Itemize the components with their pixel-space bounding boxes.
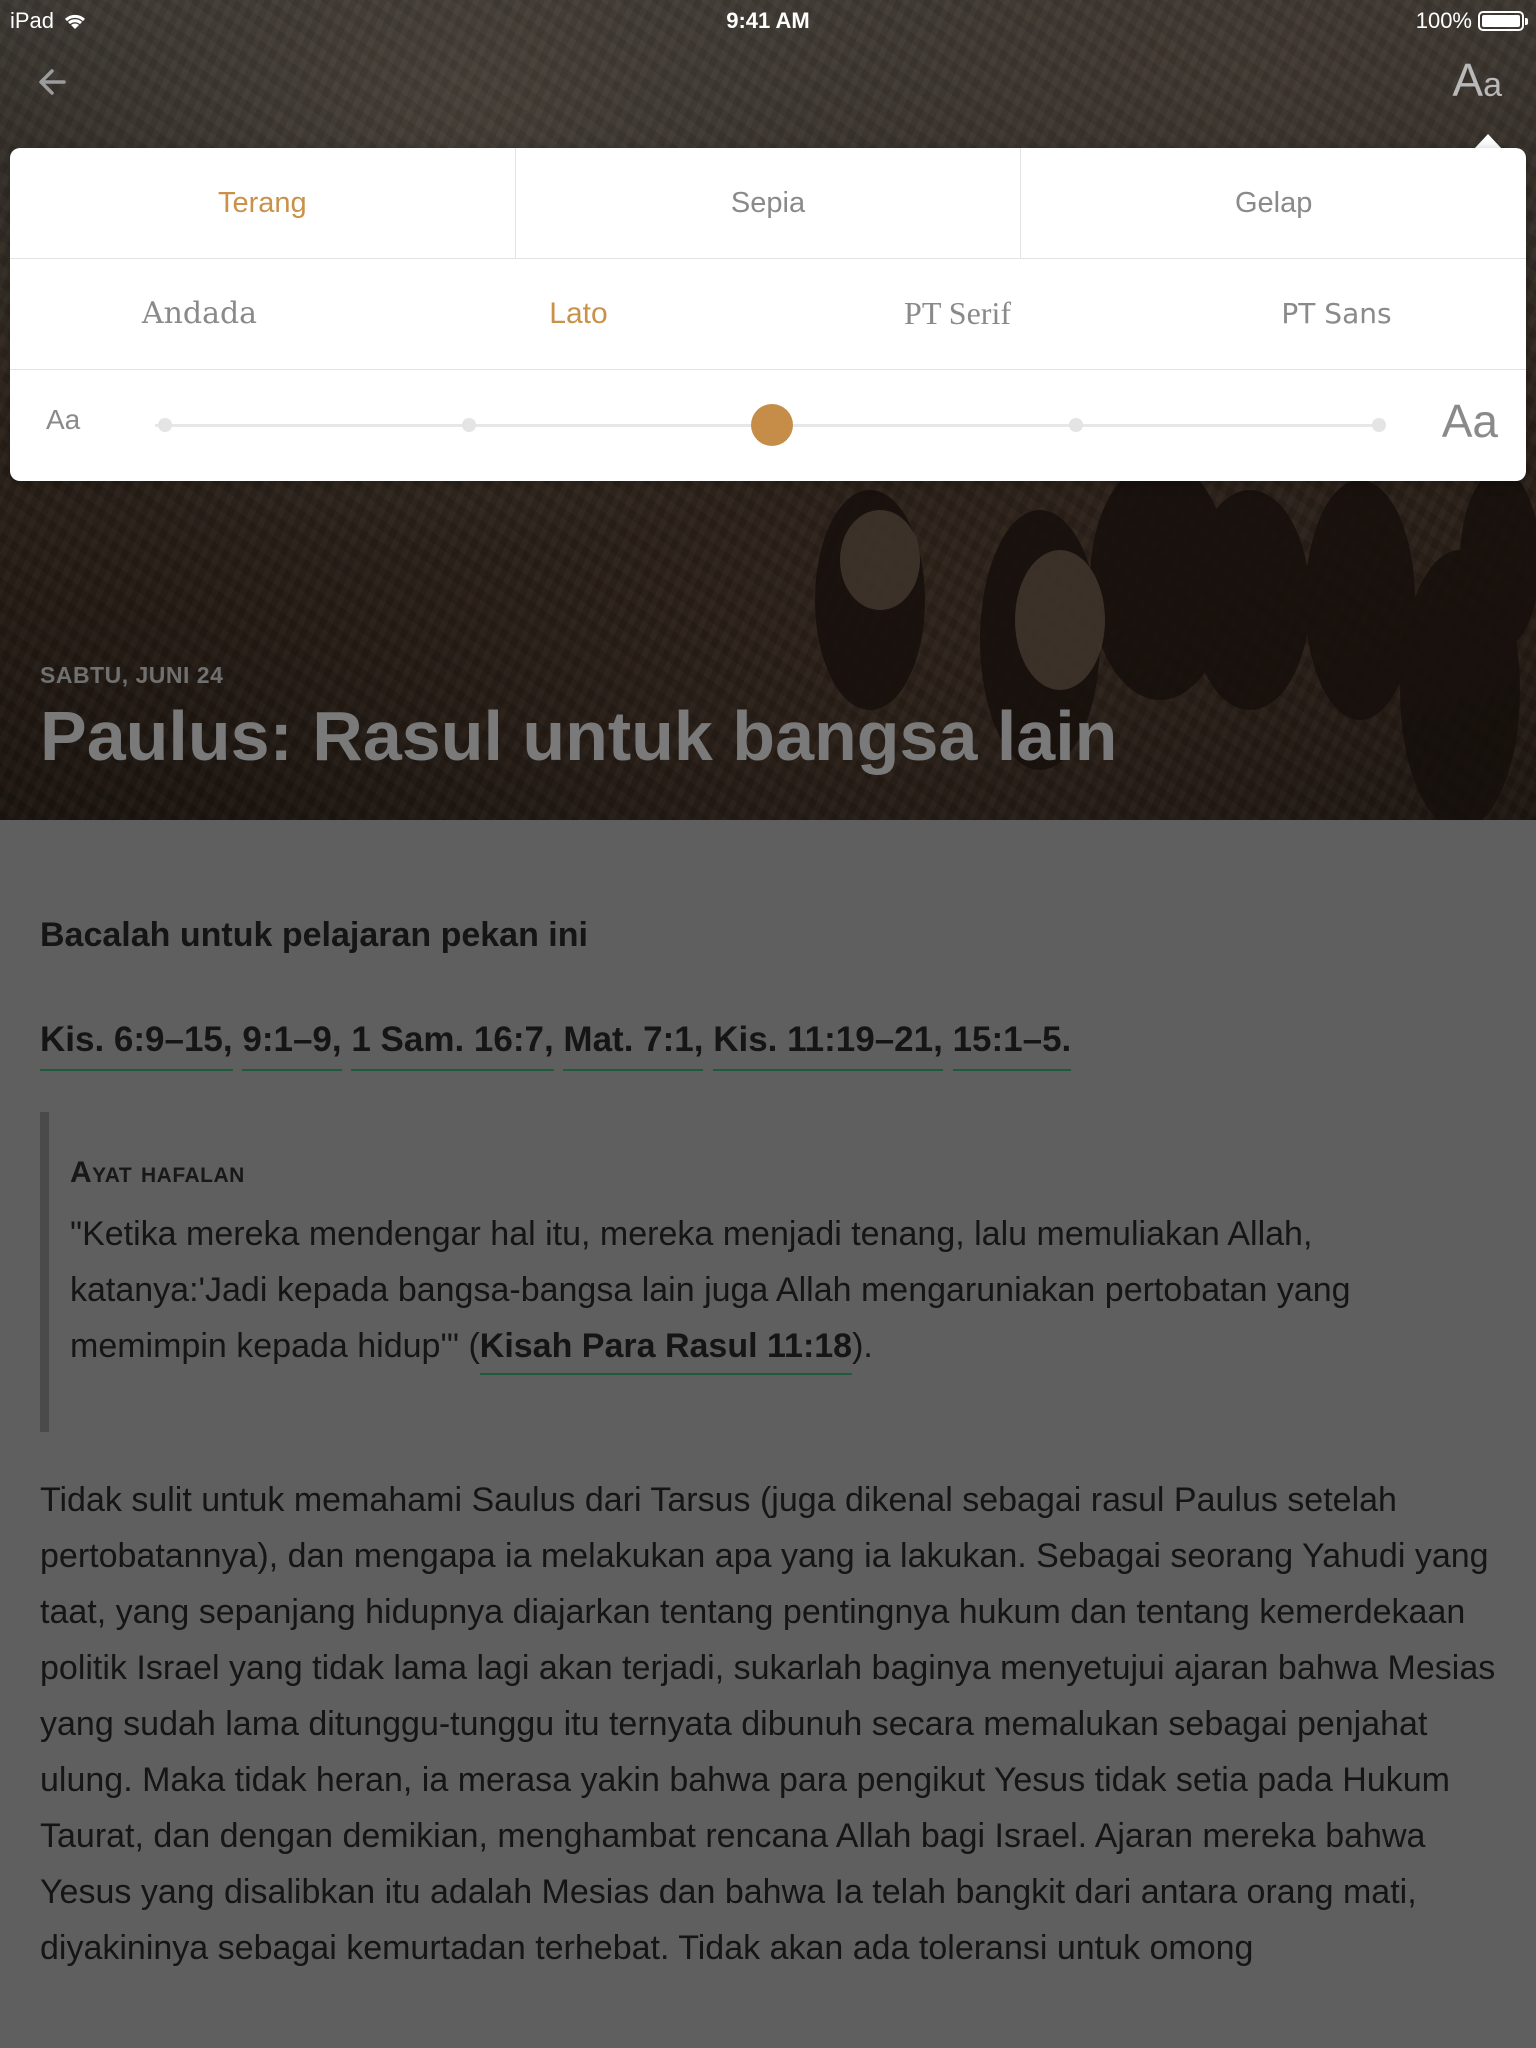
font-option-pt-serif[interactable]: PT Serif	[768, 258, 1147, 369]
reference-link[interactable]: Kis. 6:9–15,	[40, 1020, 233, 1071]
reading-settings-popover: Terang Sepia Gelap Andada Lato PT Serif …	[10, 148, 1526, 481]
font-size-slider-tick[interactable]	[1372, 418, 1386, 432]
status-bar: iPad 9:41 AM 100%	[0, 0, 1536, 40]
status-time: 9:41 AM	[726, 8, 810, 33]
text-settings-big-a: A	[1452, 54, 1484, 106]
theme-option-sepia[interactable]: Sepia	[516, 148, 1022, 258]
reference-link[interactable]: Kis. 11:19–21,	[713, 1020, 943, 1071]
text-settings-button[interactable]: Aa	[1452, 52, 1502, 113]
arrow-left-icon[interactable]	[30, 58, 78, 106]
reference-link[interactable]: 9:1–9,	[242, 1020, 342, 1071]
reference-link[interactable]: 15:1–5.	[952, 1020, 1072, 1071]
lesson-body-text: Tidak sulit untuk memahami Saulus dari T…	[40, 1481, 1496, 1967]
font-size-small-label: Aa	[46, 404, 81, 435]
font-size-large-label: Aa	[1441, 395, 1498, 447]
reading-references: Kis. 6:9–15, 9:1–9, 1 Sam. 16:7, Mat. 7:…	[40, 1020, 1072, 1071]
font-option-lato[interactable]: Lato	[389, 258, 768, 369]
lesson-date: SABTU, JUNI 24	[40, 662, 224, 688]
battery-percent: 100%	[1415, 8, 1472, 33]
font-option-pt-sans[interactable]: PT Sans	[1147, 258, 1526, 369]
lesson-title: Paulus: Rasul untuk bangsa lain	[40, 697, 1118, 775]
theme-option-light[interactable]: Terang	[10, 148, 516, 258]
font-selector: Andada Lato PT Serif PT Sans	[10, 258, 1526, 370]
text-settings-small-a: a	[1483, 66, 1502, 104]
theme-selector: Terang Sepia Gelap	[10, 148, 1526, 259]
memory-verse-closing: ).	[852, 1327, 873, 1365]
memory-verse-text: "Ketika mereka mendengar hal itu, mereka…	[70, 1206, 1500, 1375]
font-size-slider-tick[interactable]	[1068, 418, 1083, 432]
reference-link[interactable]: 1 Sam. 16:7,	[351, 1020, 554, 1071]
font-size-slider-thumb[interactable]	[751, 404, 793, 446]
memory-verse-title: Ayat hafalan	[70, 1156, 245, 1189]
memory-verse-reference-link[interactable]: Kisah Para Rasul 11:18	[479, 1327, 853, 1375]
reference-link[interactable]: Mat. 7:1,	[563, 1020, 704, 1071]
font-size-slider-tick[interactable]	[158, 418, 172, 432]
theme-option-dark[interactable]: Gelap	[1021, 148, 1526, 258]
font-option-andada[interactable]: Andada	[10, 258, 389, 369]
font-size-control: Aa Aa	[10, 370, 1526, 481]
memory-verse-block: Ayat hafalan "Ketika mereka mendengar ha…	[40, 1112, 1500, 1432]
read-heading: Bacalah untuk pelajaran pekan ini	[40, 916, 588, 954]
lesson-content: Bacalah untuk pelajaran pekan ini Kis. 6…	[0, 820, 1536, 2048]
status-right: 100%	[1415, 8, 1528, 34]
font-size-slider-tick[interactable]	[461, 418, 476, 432]
popover-arrow	[1474, 134, 1502, 149]
battery-icon	[1478, 11, 1528, 31]
